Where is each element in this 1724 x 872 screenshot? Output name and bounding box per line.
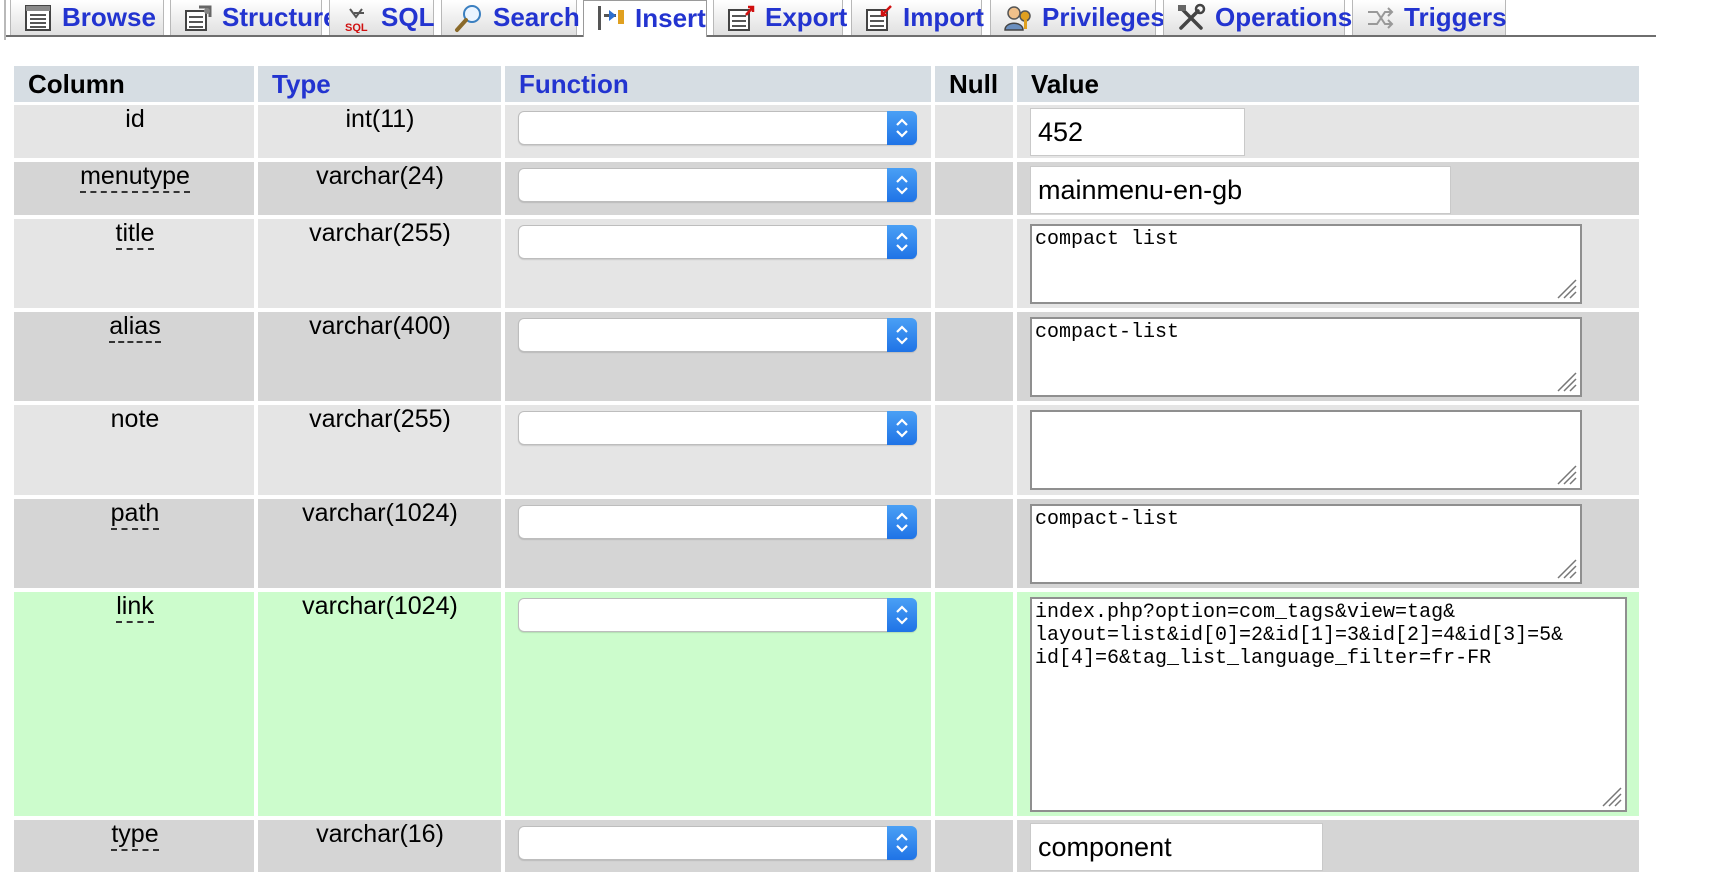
column-name: menutype	[16, 161, 254, 193]
function-select[interactable]	[518, 598, 917, 632]
resize-grip-icon[interactable]	[1554, 556, 1578, 580]
chevron-updown-icon	[887, 318, 917, 352]
row-bg	[935, 162, 1013, 215]
column-name-text: path	[110, 499, 160, 530]
resize-grip-icon[interactable]	[1554, 462, 1578, 486]
tab-insert[interactable]: Insert	[583, 0, 707, 37]
value-textarea[interactable]: index.php?option=com_tags&view=tag& layo…	[1030, 597, 1627, 812]
column-name: link	[16, 591, 254, 623]
chevron-updown-icon	[887, 826, 917, 860]
header-value: Value	[1017, 66, 1639, 102]
column-name: title	[16, 218, 254, 250]
function-select[interactable]	[518, 111, 917, 145]
column-type: int(11)	[345, 105, 415, 133]
chevron-updown-icon	[887, 598, 917, 632]
column-name: alias	[16, 311, 254, 343]
value-textarea-text: index.php?option=com_tags&view=tag& layo…	[1035, 601, 1564, 670]
column-name: id	[16, 104, 254, 134]
header-function[interactable]: Function	[505, 66, 931, 102]
value-textarea-text: compact-list	[1035, 508, 1180, 531]
column-name: path	[16, 498, 254, 530]
function-select[interactable]	[518, 318, 917, 352]
value-input[interactable]: component	[1030, 823, 1323, 871]
column-type: varchar(400)	[309, 312, 451, 340]
column-name: note	[16, 404, 254, 434]
value-textarea-text: compact list	[1035, 228, 1180, 251]
resize-grip-icon[interactable]	[1554, 276, 1578, 300]
column-type: varchar(1024)	[302, 499, 458, 527]
insert-form-table: Column Type Function Null Value id int(1…	[0, 0, 1724, 872]
chevron-updown-icon	[887, 411, 917, 445]
function-select[interactable]	[518, 826, 917, 860]
value-textarea-text: compact-list	[1035, 321, 1180, 344]
resize-grip-icon[interactable]	[1554, 369, 1578, 393]
column-name-text: link	[116, 592, 154, 623]
row-bg	[935, 820, 1013, 872]
value-textarea[interactable]	[1030, 410, 1582, 490]
value-input[interactable]: 452	[1030, 108, 1245, 156]
function-select[interactable]	[518, 505, 917, 539]
column-name-text: note	[110, 405, 160, 433]
chevron-updown-icon	[887, 168, 917, 202]
function-select[interactable]	[518, 168, 917, 202]
row-bg	[935, 219, 1013, 308]
header-column: Column	[14, 66, 254, 102]
column-name-text: title	[115, 219, 155, 250]
row-bg	[935, 499, 1013, 588]
column-name-text: id	[125, 105, 145, 133]
column-type: varchar(255)	[309, 219, 451, 247]
chevron-updown-icon	[887, 225, 917, 259]
value-input[interactable]: mainmenu-en-gb	[1030, 166, 1451, 214]
function-select[interactable]	[518, 225, 917, 259]
column-type: varchar(16)	[316, 820, 444, 848]
function-select[interactable]	[518, 411, 917, 445]
row-bg	[935, 105, 1013, 158]
value-textarea[interactable]: compact-list	[1030, 317, 1582, 397]
column-name: type	[16, 819, 254, 851]
row-bg	[935, 312, 1013, 401]
column-name-text: menutype	[80, 162, 190, 193]
value-textarea[interactable]: compact-list	[1030, 504, 1582, 584]
row-bg-highlighted	[258, 592, 501, 816]
header-type[interactable]: Type	[258, 66, 501, 102]
tab-insert-label: Insert	[635, 3, 706, 33]
resize-grip-icon[interactable]	[1599, 784, 1623, 808]
chevron-updown-icon	[887, 505, 917, 539]
value-textarea[interactable]: compact list	[1030, 224, 1582, 304]
header-null: Null	[935, 66, 1013, 102]
chevron-updown-icon	[887, 111, 917, 145]
insert-icon	[596, 4, 626, 34]
column-name-text: type	[111, 820, 159, 851]
column-type: varchar(1024)	[302, 592, 458, 620]
row-bg-highlighted	[935, 592, 1013, 816]
column-name-text: alias	[109, 312, 161, 343]
row-bg-highlighted	[14, 592, 254, 816]
column-type: varchar(255)	[309, 405, 451, 433]
row-bg	[935, 405, 1013, 495]
column-type: varchar(24)	[316, 162, 444, 190]
